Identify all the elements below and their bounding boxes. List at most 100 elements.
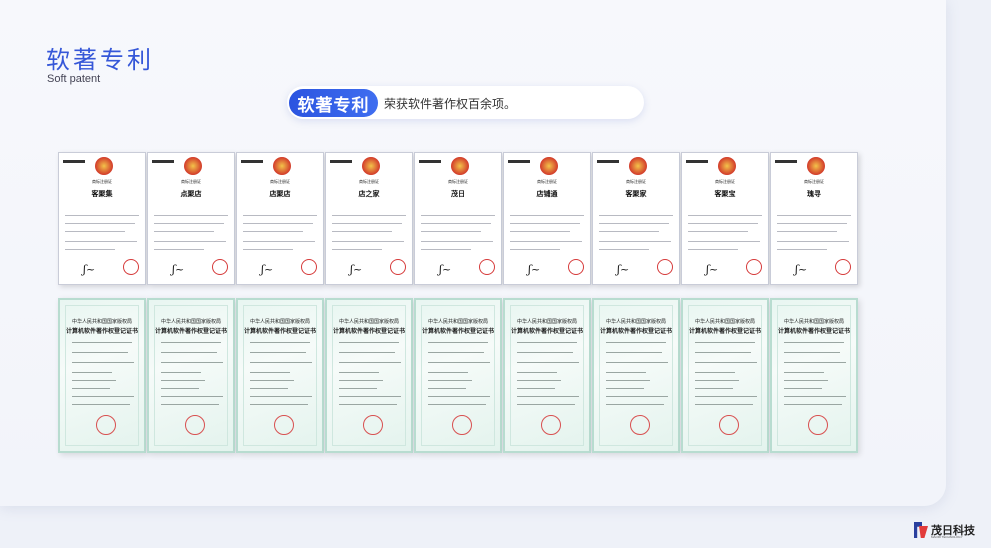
seal-icon (363, 415, 383, 435)
software-copyright-certificate: 中华人民共和国国家版权局 计算机软件著作权登记证书 (147, 298, 235, 453)
trademark-certificate: 商标注册证 客聚宝 ʃ~ (681, 152, 769, 285)
software-copyright-certificate: 中华人民共和国国家版权局 计算机软件著作权登记证书 (503, 298, 591, 453)
cert-heading: 商标注册证 (270, 179, 290, 184)
software-copyright-certificate: 中华人民共和国国家版权局 计算机软件著作权登记证书 (681, 298, 769, 453)
cert-heading: 商标注册证 (626, 179, 646, 184)
cert-heading: 商标注册证 (92, 179, 112, 184)
seal-icon (835, 259, 851, 275)
trademark-certificate-row: 商标注册证客聚集 ʃ~ 商标注册证点聚店 ʃ~ 商标注册证店聚店 ʃ~ 商标注册证店之家 ʃ~… (58, 152, 859, 285)
seal-icon (301, 259, 317, 275)
software-copyright-certificate: 中华人民共和国国家版权局 计算机软件著作权登记证书 (414, 298, 502, 453)
banner-badge: 软著专利 (289, 89, 378, 117)
cert-corner-mark (775, 160, 797, 163)
trademark-certificate: 商标注册证店之家 ʃ~ (325, 152, 413, 285)
seal-icon (541, 415, 561, 435)
seal-icon (390, 259, 406, 275)
cert-corner-mark (241, 160, 263, 163)
seal-icon (630, 415, 650, 435)
national-emblem-icon (184, 157, 202, 175)
cert-authority: 中华人民共和国国家版权局 (516, 319, 577, 325)
cert-title: 计算机软件著作权登记证书 (154, 328, 227, 335)
cert-authority: 中华人民共和国国家版权局 (427, 319, 488, 325)
page-title: 软著专利 (46, 46, 154, 74)
software-copyright-certificate: 中华人民共和国国家版权局 计算机软件著作权登记证书 (770, 298, 858, 453)
signature-icon: ʃ~ (439, 263, 452, 276)
cert-heading: 商标注册证 (537, 179, 557, 184)
signature-icon: ʃ~ (172, 263, 185, 276)
seal-icon (123, 259, 139, 275)
cert-corner-mark (63, 160, 85, 163)
national-emblem-icon (451, 157, 469, 175)
seal-icon (568, 259, 584, 275)
cert-authority: 中华人民共和国国家版权局 (605, 319, 666, 325)
logo-mark-icon (914, 522, 928, 538)
cert-title: 计算机软件著作权登记证书 (332, 328, 405, 335)
cert-title: 计算机软件著作权登记证书 (688, 328, 761, 335)
cert-title: 计算机软件著作权登记证书 (243, 328, 316, 335)
cert-mark-name: 店铺通 (536, 190, 558, 198)
logo-tagline: MAORI TECHNOLOGY (931, 535, 963, 539)
cert-mark-name: 点聚店 (180, 190, 202, 198)
trademark-certificate: 商标注册证 点聚店 ʃ~ (147, 152, 235, 285)
cert-heading: 商标注册证 (359, 179, 379, 184)
national-emblem-icon (718, 157, 736, 175)
cert-authority: 中华人民共和国国家版权局 (783, 319, 844, 325)
trademark-certificate: 商标注册证店聚店 ʃ~ (236, 152, 324, 285)
software-copyright-certificate: 中华人民共和国国家版权局 计算机软件著作权登记证书 (236, 298, 324, 453)
seal-icon (479, 259, 495, 275)
page-subtitle: Soft patent (47, 73, 101, 85)
seal-icon (185, 415, 205, 435)
national-emblem-icon (273, 157, 291, 175)
trademark-certificate: 商标注册证茂日 ʃ~ (414, 152, 502, 285)
national-emblem-icon (540, 157, 558, 175)
signature-icon: ʃ~ (261, 263, 274, 276)
software-copyright-certificate: 中华人民共和国国家版权局 计算机软件著作权登记证书 (58, 298, 146, 453)
signature-icon: ʃ~ (528, 263, 541, 276)
cert-authority: 中华人民共和国国家版权局 (249, 319, 310, 325)
cert-mark-name: 店之家 (358, 190, 380, 198)
cert-title: 计算机软件著作权登记证书 (777, 328, 850, 335)
cert-mark-name: 客聚集 (91, 190, 113, 198)
cert-corner-mark (330, 160, 352, 163)
cert-title: 计算机软件著作权登记证书 (421, 328, 494, 335)
software-certificate-row: 中华人民共和国国家版权局 计算机软件著作权登记证书 中华人民共和国国家版权局 计算机软… (58, 298, 859, 453)
seal-icon (212, 259, 228, 275)
cert-corner-mark (508, 160, 530, 163)
seal-icon (719, 415, 739, 435)
cert-corner-mark (152, 160, 174, 163)
software-copyright-certificate: 中华人民共和国国家版权局 计算机软件著作权登记证书 (592, 298, 680, 453)
trademark-certificate: 商标注册证店铺通 ʃ~ (503, 152, 591, 285)
seal-icon (96, 415, 116, 435)
cert-heading: 商标注册证 (448, 179, 468, 184)
banner-text: 荣获软件著作权百余项。 (384, 97, 517, 111)
trademark-certificate: 商标注册证客聚集 ʃ~ (58, 152, 146, 285)
trademark-certificate: 商标注册证客聚家 ʃ~ (592, 152, 680, 285)
cert-authority: 中华人民共和国国家版权局 (338, 319, 399, 325)
seal-icon (657, 259, 673, 275)
national-emblem-icon (95, 157, 113, 175)
cert-title: 计算机软件著作权登记证书 (599, 328, 672, 335)
software-copyright-certificate: 中华人民共和国国家版权局 计算机软件著作权登记证书 (325, 298, 413, 453)
signature-icon: ʃ~ (617, 263, 630, 276)
cert-title: 计算机软件著作权登记证书 (65, 328, 138, 335)
national-emblem-icon (629, 157, 647, 175)
cert-corner-mark (597, 160, 619, 163)
cert-heading: 商标注册证 (804, 179, 824, 184)
cert-mark-name: 客聚宝 (714, 190, 736, 198)
cert-mark-name: 瑰寻 (807, 190, 821, 198)
seal-icon (808, 415, 828, 435)
cert-authority: 中华人民共和国国家版权局 (160, 319, 221, 325)
cert-corner-mark (686, 160, 708, 163)
cert-title: 计算机软件著作权登记证书 (510, 328, 583, 335)
signature-icon: ʃ~ (350, 263, 363, 276)
cert-mark-name: 店聚店 (269, 190, 291, 198)
cert-authority: 中华人民共和国国家版权局 (694, 319, 755, 325)
national-emblem-icon (807, 157, 825, 175)
cert-mark-name: 茂日 (451, 190, 465, 198)
seal-icon (746, 259, 762, 275)
seal-icon (452, 415, 472, 435)
cert-mark-name: 客聚家 (625, 190, 647, 198)
signature-icon: ʃ~ (83, 263, 96, 276)
trademark-certificate: 商标注册证瑰寻 ʃ~ (770, 152, 858, 285)
signature-icon: ʃ~ (795, 263, 808, 276)
